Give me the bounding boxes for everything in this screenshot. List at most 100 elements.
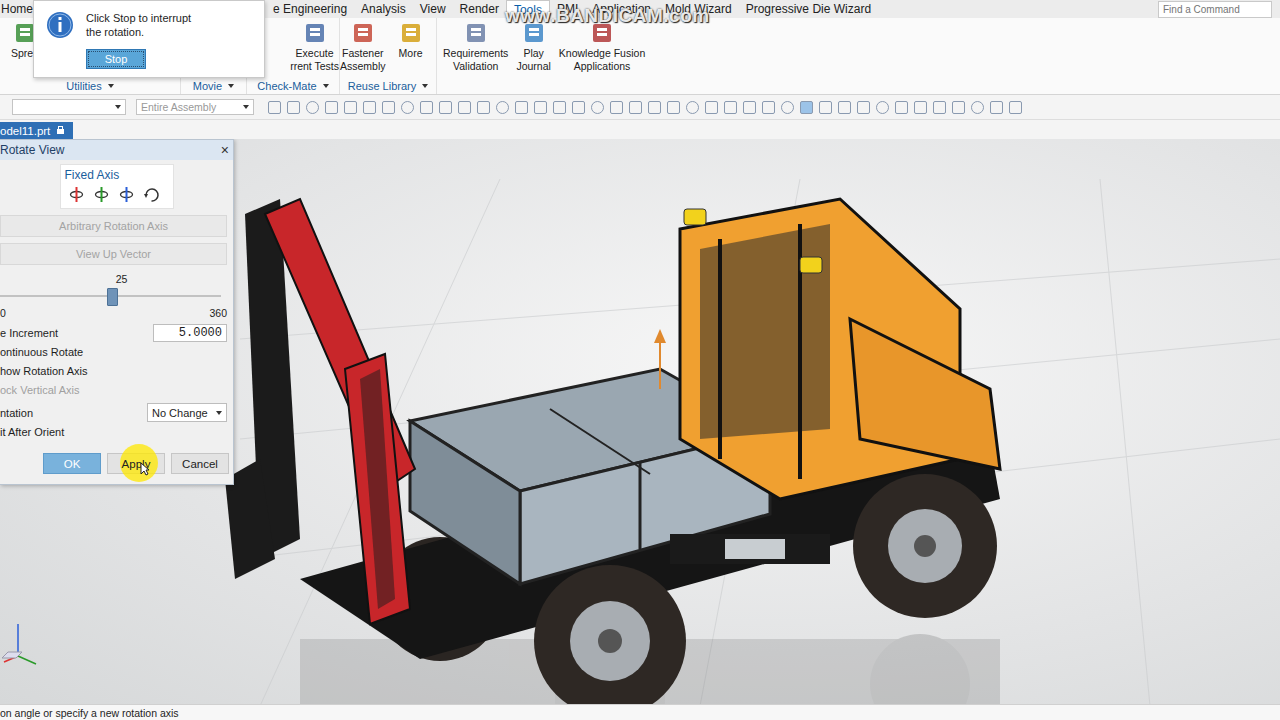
toolbar-tool-icon[interactable] (629, 101, 642, 114)
option-row[interactable]: it After Orient (0, 422, 227, 441)
toolbar-tool-icon[interactable] (591, 101, 604, 114)
group-name[interactable]: Check-Mate (257, 80, 316, 92)
option-row[interactable]: how Rotation Axis (0, 361, 227, 380)
ribbon-button-label[interactable]: Requirements (443, 47, 508, 60)
toolbar-tool-icon[interactable] (800, 101, 813, 114)
toolbar-tool-icon[interactable] (743, 101, 756, 114)
scope-value[interactable]: Entire Assembly (141, 101, 216, 113)
rotation-axis-icon[interactable] (93, 186, 110, 203)
ribbon-button[interactable]: PlayJournal (516, 21, 550, 73)
dropdown-arrow-icon[interactable] (323, 84, 329, 88)
dialog-button[interactable]: Cancel (171, 453, 229, 474)
toolbar-tool-icon[interactable] (876, 101, 889, 114)
menu-tab-label[interactable]: Render (460, 2, 499, 16)
menu-tab-label[interactable]: e Engineering (273, 2, 347, 16)
toolbar-tool-icon[interactable] (496, 101, 509, 114)
rotation-axis-icon[interactable] (143, 186, 160, 203)
menu-tab-label[interactable]: Analysis (361, 2, 406, 16)
dropdown-arrow-icon[interactable] (422, 84, 428, 88)
menu-tab-label[interactable]: Home (1, 2, 33, 16)
toolbar-tool-icon[interactable] (686, 101, 699, 114)
dropdown-arrow-icon[interactable] (243, 105, 249, 109)
dialog-title-bar[interactable]: Rotate View× (0, 140, 233, 160)
option-label[interactable]: ontinuous Rotate (0, 346, 83, 358)
toolbar-tool-icon[interactable] (572, 101, 585, 114)
ribbon-group-label[interactable]: Check-Mate (247, 78, 339, 94)
toolbar-tool-icon[interactable] (914, 101, 927, 114)
toolbar-tool-icon[interactable] (306, 101, 319, 114)
toolbar-tool-icon[interactable] (515, 101, 528, 114)
file-tab[interactable]: odel11.prt (0, 122, 73, 139)
toolbar-tool-icon[interactable] (838, 101, 851, 114)
ribbon-button[interactable]: Executerrent Tests (290, 21, 339, 73)
menu-tab[interactable]: Analysis (354, 0, 413, 18)
stop-label[interactable]: Stop (105, 52, 128, 66)
stop-button[interactable]: Stop (86, 49, 146, 69)
orientation-value[interactable]: No Change (152, 407, 208, 419)
toolbar-tool-icon[interactable] (667, 101, 680, 114)
ribbon-button[interactable]: Knowledge FusionApplications (559, 21, 645, 73)
toolbar-tool-icon[interactable] (401, 101, 414, 114)
toolbar-tool-icon[interactable] (1009, 101, 1022, 114)
group-name[interactable]: Utilities (66, 80, 101, 92)
menu-tab[interactable]: Progressive Die Wizard (739, 0, 878, 18)
toolbar-tool-icon[interactable] (458, 101, 471, 114)
ribbon-group-label[interactable]: Reuse Library (340, 78, 436, 94)
ribbon-button-label[interactable]: Knowledge Fusion (559, 47, 645, 60)
slider-thumb[interactable] (107, 288, 118, 306)
toolbar-tool-icon[interactable] (724, 101, 737, 114)
menu-tab[interactable]: e Engineering (266, 0, 354, 18)
ribbon-group-label[interactable] (437, 78, 647, 94)
ribbon-button-label[interactable]: Execute (296, 47, 334, 60)
dialog-button[interactable]: Apply (107, 453, 165, 474)
toolbar-tool-icon[interactable] (363, 101, 376, 114)
toolbar-tool-icon[interactable] (268, 101, 281, 114)
ribbon-group-label[interactable]: Utilities (0, 78, 180, 94)
dropdown-arrow-icon[interactable] (228, 84, 234, 88)
toolbar-tool-icon[interactable] (534, 101, 547, 114)
orientation-dropdown[interactable]: No Change (147, 403, 227, 422)
file-tab-label[interactable]: odel11.prt (0, 125, 50, 137)
toolbar-tool-icon[interactable] (819, 101, 832, 114)
command-search[interactable] (1158, 1, 1272, 18)
toolbar-tool-icon[interactable] (477, 101, 490, 114)
dialog-button[interactable]: OK (43, 453, 101, 474)
toolbar-tool-icon[interactable] (325, 101, 338, 114)
ribbon-button-label[interactable]: Play (523, 47, 543, 60)
option-row[interactable]: ontinuous Rotate (0, 342, 227, 361)
ribbon-button[interactable]: RequirementsValidation (443, 21, 508, 73)
ribbon-button[interactable]: FastenerAssembly (340, 21, 386, 73)
toolbar-tool-icon[interactable] (952, 101, 965, 114)
scope-filter[interactable]: Entire Assembly (136, 99, 254, 115)
dropdown-arrow-icon[interactable] (115, 105, 121, 109)
menu-tab-label[interactable]: View (420, 2, 446, 16)
toolbar-tool-icon[interactable] (857, 101, 870, 114)
increment-field[interactable]: 5.0000 (153, 324, 227, 342)
ribbon-group-label[interactable]: Movie (181, 78, 246, 94)
rotation-axis-icon[interactable] (68, 186, 85, 203)
option-label[interactable]: how Rotation Axis (0, 365, 87, 377)
toolbar-tool-icon[interactable] (971, 101, 984, 114)
ribbon-button-label[interactable]: rrent Tests (290, 60, 339, 73)
dropdown-arrow-icon[interactable] (108, 84, 114, 88)
toolbar-tool-icon[interactable] (895, 101, 908, 114)
toolbar-tool-icon[interactable] (420, 101, 433, 114)
ribbon-button-label[interactable]: Validation (453, 60, 498, 73)
ribbon-button-label[interactable]: Assembly (340, 60, 386, 73)
ribbon-button-label[interactable]: Journal (516, 60, 550, 73)
button-label[interactable]: OK (64, 458, 81, 470)
group-name[interactable]: Movie (193, 80, 222, 92)
toolbar-tool-icon[interactable] (553, 101, 566, 114)
button-label[interactable]: Cancel (182, 458, 218, 470)
angle-slider[interactable] (0, 295, 221, 297)
ribbon-button-label[interactable]: More (399, 47, 423, 60)
selection-filter[interactable] (12, 99, 126, 115)
close-button[interactable]: × (221, 142, 229, 158)
group-name[interactable]: Reuse Library (348, 80, 416, 92)
ribbon-button-label[interactable]: Applications (574, 60, 631, 73)
toolbar-tool-icon[interactable] (705, 101, 718, 114)
rotation-axis-icon[interactable] (118, 186, 135, 203)
menu-tab[interactable]: View (413, 0, 453, 18)
toolbar-tool-icon[interactable] (781, 101, 794, 114)
toolbar-tool-icon[interactable] (382, 101, 395, 114)
